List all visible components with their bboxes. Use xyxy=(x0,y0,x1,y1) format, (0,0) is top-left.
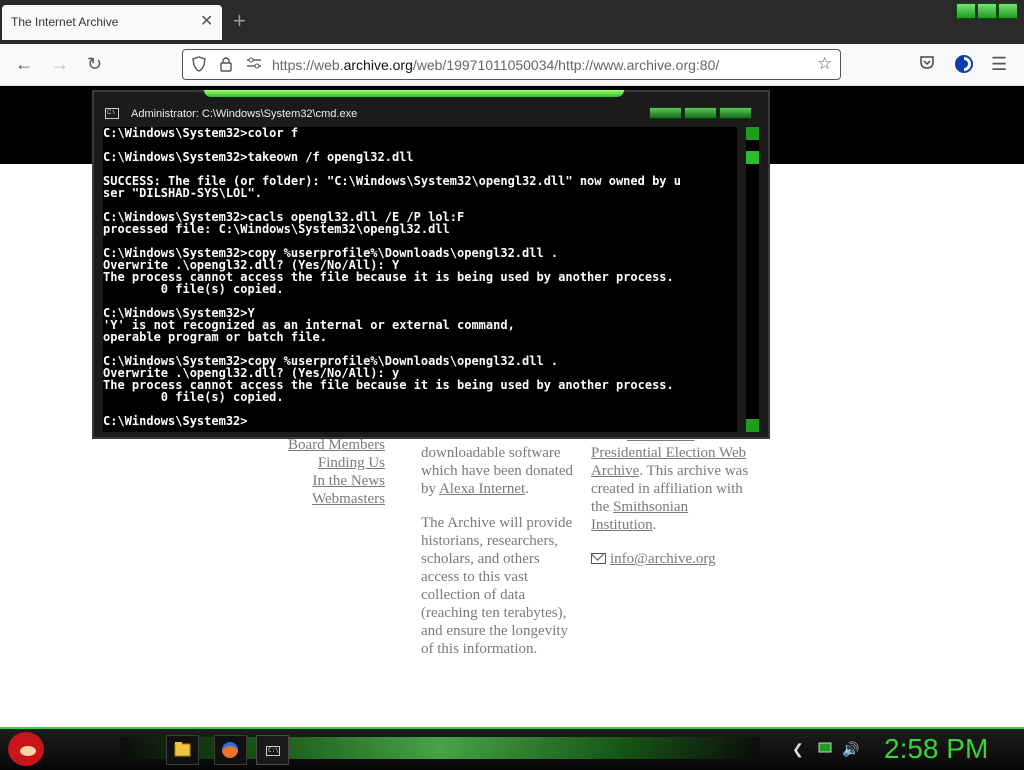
right-column: Visit: The '96 US Presidential Election … xyxy=(591,426,751,568)
cmd-titlebar[interactable]: C:\ Administrator: C:\Windows\System32\c… xyxy=(94,97,768,125)
scroll-down-button[interactable] xyxy=(746,419,759,432)
in-the-news-link[interactable]: In the News xyxy=(313,473,385,489)
cmd-maximize-button[interactable] xyxy=(684,107,717,119)
email-paragraph: info@archive.org xyxy=(591,550,751,568)
start-menu-icon[interactable] xyxy=(8,732,44,766)
permissions-icon[interactable] xyxy=(246,56,262,73)
donation-paragraph: downloadable software which have been do… xyxy=(421,445,574,497)
cmd-window[interactable]: C:\ Administrator: C:\Windows\System32\c… xyxy=(92,90,770,439)
minimize-button[interactable] xyxy=(956,3,976,19)
scroll-up-button[interactable] xyxy=(746,127,759,140)
tab-title: The Internet Archive xyxy=(11,15,119,29)
reload-icon[interactable]: ↻ xyxy=(87,54,102,74)
console-line: C:\Windows\System32> xyxy=(103,414,248,428)
middle-column: downloadable software which have been do… xyxy=(421,444,581,658)
board-members-link[interactable]: Board Members xyxy=(288,437,385,453)
cmd-window-controls xyxy=(649,107,752,119)
cmd-minimize-button[interactable] xyxy=(649,107,682,119)
email-link[interactable]: info@archive.org xyxy=(610,551,716,567)
scroll-thumb[interactable] xyxy=(746,151,759,164)
shield-icon[interactable] xyxy=(192,56,206,75)
back-arrow-icon[interactable]: ← xyxy=(15,54,33,74)
cmd-close-button[interactable] xyxy=(719,107,752,119)
account-icon[interactable] xyxy=(954,54,974,78)
tab-internet-archive[interactable]: The Internet Archive ✕ xyxy=(2,5,222,40)
show-hidden-icons-icon[interactable]: ❮ xyxy=(792,741,804,758)
mail-icon xyxy=(591,553,606,564)
tab-close-icon[interactable]: ✕ xyxy=(200,11,213,31)
file-explorer-icon[interactable] xyxy=(166,735,199,765)
taskbar: C:\ ❮ 🔊 2:58 PM xyxy=(0,727,1024,770)
left-link-column: Board Members Finding Us In the News Web… xyxy=(260,436,385,508)
finding-us-link[interactable]: Finding Us xyxy=(318,455,385,471)
visit-paragraph: Visit: The '96 US Presidential Election … xyxy=(591,426,751,534)
clock[interactable]: 2:58 PM xyxy=(884,733,988,765)
firefox-icon[interactable] xyxy=(214,735,247,765)
navigation-bar: ← → ↻ https://web.archive.org/web/199710… xyxy=(0,44,1024,86)
console-line: operable program or batch file. xyxy=(103,330,327,344)
console-line: 0 file(s) copied. xyxy=(103,282,284,296)
console-output[interactable]: C:\Windows\System32>color f C:\Windows\Sy… xyxy=(103,127,737,432)
cmd-taskbar-button[interactable]: C:\ xyxy=(256,735,289,765)
volume-icon[interactable]: 🔊 xyxy=(842,741,859,758)
alexa-internet-link[interactable]: Alexa Internet xyxy=(439,481,525,497)
menu-icon[interactable]: ☰ xyxy=(991,54,1007,74)
window-controls xyxy=(956,3,1018,19)
pocket-icon[interactable] xyxy=(919,54,935,74)
tab-strip: The Internet Archive ✕ + xyxy=(0,0,1024,44)
forward-arrow-icon[interactable]: → xyxy=(51,54,69,74)
cmd-scrollbar[interactable] xyxy=(746,127,759,432)
console-line: C:\Windows\System32>color f xyxy=(103,127,299,140)
console-line: C:\Windows\System32>takeown /f opengl32.… xyxy=(103,150,414,164)
cmd-icon: C:\ xyxy=(105,108,119,119)
network-icon[interactable] xyxy=(818,741,832,758)
url-bar[interactable]: https://web.archive.org/web/199710110500… xyxy=(182,49,841,80)
lock-icon[interactable] xyxy=(220,56,232,75)
close-window-button[interactable] xyxy=(998,3,1018,19)
console-line: ser "DILSHAD-SYS\LOL". xyxy=(103,186,262,200)
console-line: 0 file(s) copied. xyxy=(103,390,284,404)
maximize-button[interactable] xyxy=(977,3,997,19)
url-text[interactable]: https://web.archive.org/web/199710110500… xyxy=(272,57,719,73)
bookmark-star-icon[interactable]: ☆ xyxy=(817,54,832,74)
webmasters-link[interactable]: Webmasters xyxy=(312,491,385,507)
new-tab-button[interactable]: + xyxy=(233,8,246,34)
cmd-title: Administrator: C:\Windows\System32\cmd.e… xyxy=(131,108,358,120)
archive-purpose-paragraph: The Archive will provide historians, res… xyxy=(421,515,573,657)
cmd-icon: C:\ xyxy=(266,746,280,756)
console-line: processed file: C:\Windows\System32\open… xyxy=(103,222,450,236)
cmd-title-glow xyxy=(204,90,624,97)
